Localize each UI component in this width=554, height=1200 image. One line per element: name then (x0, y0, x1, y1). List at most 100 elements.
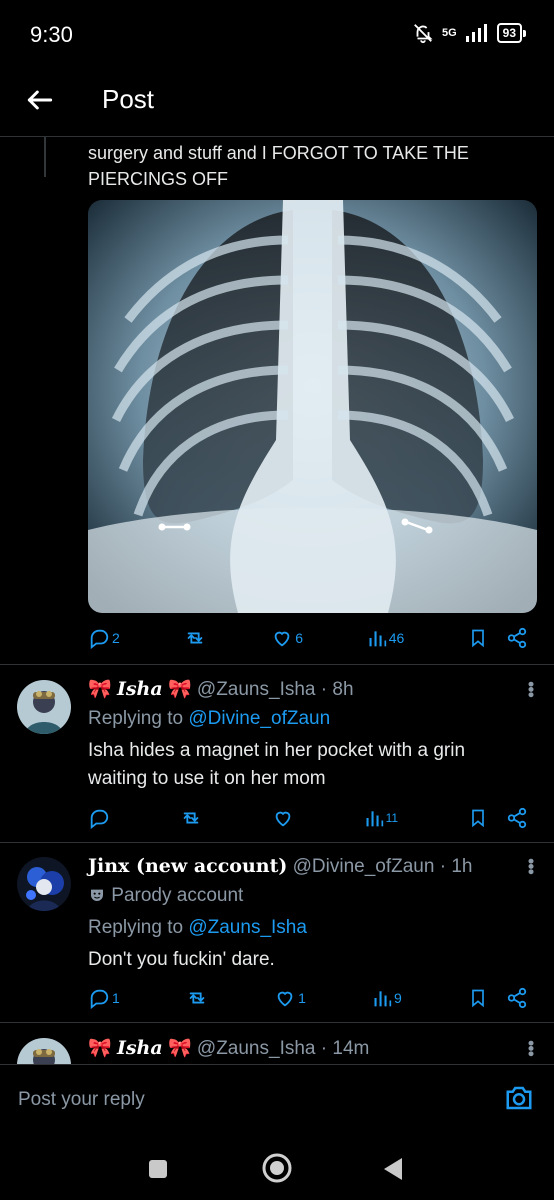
heart-icon (275, 811, 291, 827)
repost-icon (189, 992, 205, 1004)
reply-input[interactable]: Post your reply (18, 1089, 145, 1111)
views-count: 46 (388, 630, 405, 646)
reply-button[interactable] (88, 807, 110, 829)
post-text-line: PIERCINGS OFF (88, 169, 229, 189)
bow-emoji: 🎀 (88, 679, 112, 700)
reply-count: 2 (112, 630, 120, 646)
user-handle[interactable]: @Zauns_Isha (197, 679, 316, 700)
more-options-button[interactable]: ••• (520, 858, 541, 874)
reply-text-line: Don't you fuckin' dare. (88, 949, 275, 970)
display-name[interactable]: Isha (117, 678, 163, 700)
replying-to-link[interactable]: @Divine_ofZaun (188, 708, 330, 729)
repost-button[interactable] (180, 807, 202, 829)
reply-body: Replying to @Divine_ofZaun Isha hides a … (88, 705, 528, 793)
share-icon (507, 627, 527, 649)
heart-icon (274, 631, 290, 647)
mask-icon (88, 882, 106, 910)
views-icon (374, 991, 392, 1007)
bookmark-icon (472, 989, 484, 1008)
post-image[interactable] (88, 200, 537, 613)
heart-icon (277, 991, 293, 1007)
parody-badge: Parody account (88, 882, 528, 910)
thread-line (44, 137, 46, 177)
post-text: surgery and stuff and I FORGOT TO TAKE T… (88, 140, 528, 192)
repost-button[interactable] (186, 987, 208, 1009)
signal-icon (465, 24, 489, 42)
bookmark-button[interactable] (468, 627, 488, 649)
bookmark-icon (472, 629, 484, 648)
avatar[interactable] (17, 857, 71, 911)
reply-header: 🎀 Isha 🎀 @Zauns_Isha · 14m (88, 1036, 369, 1061)
camera-icon (506, 1086, 532, 1110)
reply-count: 1 (112, 990, 120, 1006)
replying-to: Replying to @Zauns_Isha (88, 917, 307, 938)
reply-text-line: Isha hides a magnet in her pocket with a… (88, 740, 466, 761)
status-time: 9:30 (30, 22, 73, 47)
reply-text-line: waiting to use it on her mom (88, 768, 326, 789)
display-name[interactable]: Jinx (new account) (88, 855, 287, 877)
post-time: · 14m (320, 1038, 370, 1059)
user-handle[interactable]: @Divine_ofZaun (293, 856, 435, 877)
reply-icon (90, 629, 109, 649)
status-icons: 5G 93 (412, 22, 526, 44)
more-options-button[interactable]: ••• (520, 681, 541, 697)
back-button[interactable] (24, 84, 56, 116)
like-count: 6 (295, 630, 303, 646)
avatar[interactable] (17, 680, 71, 734)
home-circle-icon (262, 1153, 292, 1183)
bookmark-button[interactable] (468, 807, 488, 829)
camera-button[interactable] (503, 1083, 535, 1118)
share-button[interactable] (506, 807, 528, 829)
reply-actions: 11 (88, 807, 528, 829)
views-button[interactable]: 46 (367, 628, 405, 648)
square-icon (149, 1160, 167, 1178)
divider (0, 664, 554, 665)
xray-image (88, 200, 537, 613)
triangle-back-icon (384, 1158, 402, 1180)
reply-actions: 1 1 9 (88, 987, 528, 1009)
bell-muted-icon (412, 22, 434, 44)
network-type: 5G (441, 27, 457, 39)
bow-emoji: 🎀 (88, 1038, 112, 1059)
share-button[interactable] (506, 627, 528, 649)
share-button[interactable] (506, 987, 528, 1009)
like-button[interactable]: 1 (274, 987, 306, 1009)
views-button[interactable]: 9 (372, 988, 402, 1008)
share-icon (507, 807, 527, 829)
reply-button[interactable]: 2 (88, 627, 120, 649)
post-text-line: surgery and stuff and I FORGOT TO TAKE T… (88, 143, 469, 163)
back-nav-button[interactable] (382, 1156, 406, 1187)
divider (0, 1022, 554, 1023)
recent-apps-button[interactable] (147, 1158, 169, 1185)
views-icon (366, 811, 383, 827)
more-options-button[interactable]: ••• (520, 1040, 541, 1056)
reply-icon (90, 809, 109, 829)
replying-to: Replying to @Divine_ofZaun (88, 708, 331, 729)
reply-body: Parody account Replying to @Zauns_Isha D… (88, 882, 528, 974)
bookmark-icon (472, 809, 484, 828)
post-time: · 8h (320, 679, 354, 700)
reply-header: 🎀 Isha 🎀 @Zauns_Isha · 8h (88, 677, 354, 702)
divider (0, 842, 554, 843)
views-count: 11 (385, 811, 399, 825)
bow-emoji: 🎀 (167, 1038, 192, 1059)
views-button[interactable]: 11 (364, 808, 398, 828)
user-handle[interactable]: @Zauns_Isha (197, 1038, 316, 1059)
battery-icon: 93 (496, 23, 526, 43)
parody-label: Parody account (111, 885, 244, 906)
repost-icon (183, 812, 199, 824)
repost-button[interactable] (184, 627, 208, 649)
reply-icon (90, 989, 109, 1009)
arrow-left-icon (27, 90, 53, 110)
views-icon (369, 631, 386, 647)
display-name[interactable]: Isha (117, 1037, 163, 1059)
post-actions: 2 6 46 (88, 627, 528, 649)
home-button[interactable] (261, 1152, 293, 1189)
replying-to-link[interactable]: @Zauns_Isha (188, 917, 307, 938)
like-button[interactable]: 6 (271, 627, 303, 649)
status-bar: 9:30 5G 93 (0, 0, 554, 66)
bookmark-button[interactable] (468, 987, 488, 1009)
reply-button[interactable]: 1 (88, 987, 120, 1009)
like-button[interactable] (272, 807, 294, 829)
share-icon (507, 987, 527, 1009)
